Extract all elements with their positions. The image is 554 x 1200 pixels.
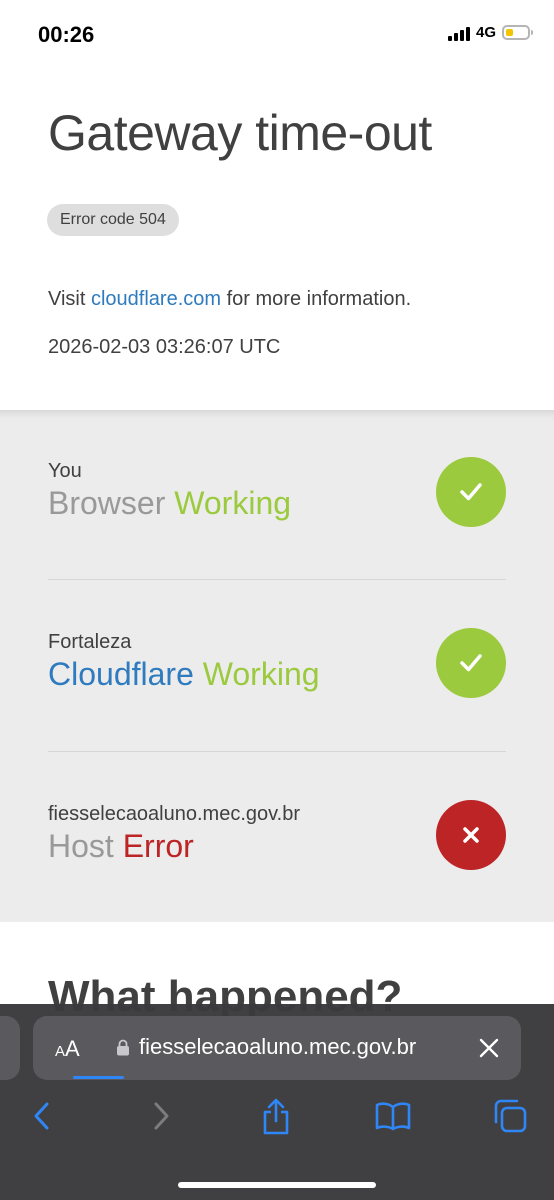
- checkmark-icon: [436, 628, 506, 698]
- share-icon[interactable]: [256, 1096, 296, 1136]
- page-title: Gateway time-out: [48, 105, 432, 161]
- safari-bottom-bar: AA fiesselecaoaluno.mec.gov.br: [0, 1004, 554, 1200]
- divider: [48, 751, 506, 752]
- divider: [48, 579, 506, 580]
- home-indicator: [178, 1182, 376, 1188]
- network-label: 4G: [475, 24, 496, 41]
- error-code-badge: Error code 504: [47, 204, 179, 236]
- status-bar: 00:26 4G: [0, 0, 554, 70]
- row-state: Error: [122, 828, 194, 864]
- reader-options-button[interactable]: AA: [55, 1036, 80, 1062]
- battery-icon: [502, 25, 533, 40]
- previous-tab-preview[interactable]: [0, 1016, 20, 1080]
- row-name: Browser: [48, 485, 166, 521]
- safari-toolbar: [0, 1096, 554, 1136]
- timestamp: 2026-02-03 03:26:07 UTC: [48, 336, 281, 358]
- url-text[interactable]: fiesselecaoaluno.mec.gov.br: [139, 1034, 416, 1060]
- bookmarks-icon[interactable]: [373, 1096, 413, 1136]
- info-suffix: for more information.: [226, 288, 412, 310]
- signal-icon: [447, 25, 470, 41]
- row-name: Cloudflare: [48, 656, 194, 692]
- checkmark-icon: [436, 457, 506, 527]
- info-line: Visit cloudflare.com for more informatio…: [48, 288, 411, 311]
- page-load-progress: [73, 1076, 124, 1079]
- close-icon[interactable]: [477, 1036, 501, 1065]
- status-section: You Browser Working Fortaleza Cloudflare…: [0, 410, 554, 922]
- status-time: 00:26: [38, 22, 95, 47]
- back-icon[interactable]: [22, 1096, 62, 1136]
- status-indicators: 4G: [447, 24, 533, 41]
- lock-icon: [116, 1039, 130, 1061]
- forward-icon[interactable]: [141, 1096, 181, 1136]
- tabs-icon[interactable]: [490, 1096, 530, 1136]
- info-prefix: Visit: [48, 288, 86, 310]
- row-name: Host: [48, 828, 114, 864]
- cloudflare-link[interactable]: cloudflare.com: [91, 288, 221, 310]
- row-state: Working: [174, 485, 292, 521]
- error-x-icon: [436, 800, 506, 870]
- row-state: Working: [202, 656, 320, 692]
- address-bar[interactable]: AA fiesselecaoaluno.mec.gov.br: [33, 1016, 521, 1080]
